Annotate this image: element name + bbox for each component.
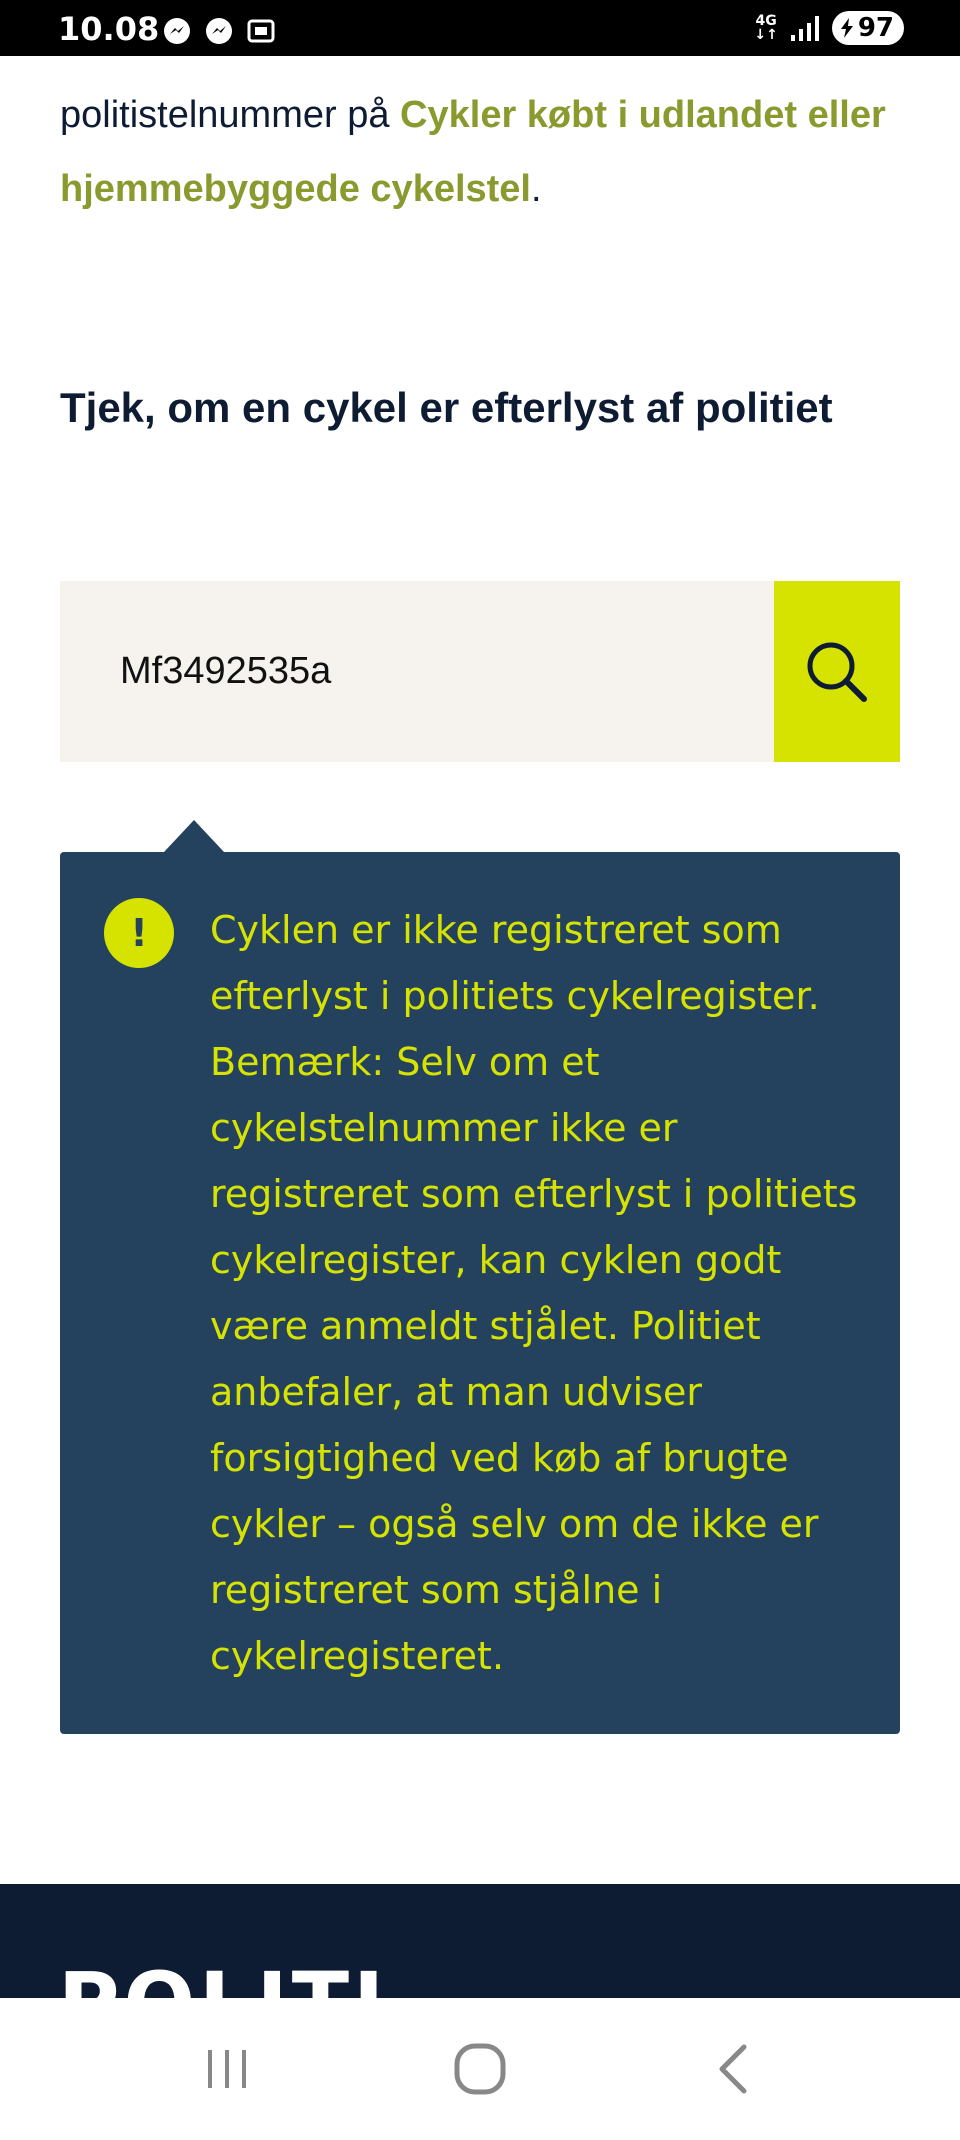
politi-logo: POLITI: [58, 1954, 388, 1998]
messenger-icon: [206, 18, 232, 44]
status-bar: 10.08 4G ↓↑ 97: [0, 0, 960, 56]
frame-number-input[interactable]: [60, 581, 774, 762]
back-button[interactable]: [688, 2024, 778, 2114]
network-label: 4G: [755, 13, 777, 29]
search-button[interactable]: [774, 581, 900, 762]
intro-text: politistelnummer på: [60, 94, 401, 136]
home-button[interactable]: [435, 2024, 525, 2114]
search-form: [60, 581, 900, 762]
home-icon: [454, 2043, 506, 2095]
search-heading: Tjek, om en cykel er efterlyst af politi…: [60, 384, 833, 431]
back-icon: [719, 2044, 747, 2094]
data-arrows-icon: ↓↑: [754, 27, 778, 43]
intro-period: .: [531, 168, 542, 210]
status-time: 10.08: [58, 10, 160, 48]
charging-icon: [840, 18, 853, 38]
alert-pointer: [164, 820, 224, 852]
exclamation-icon: !: [104, 898, 174, 968]
network-indicator: 4G ↓↑: [754, 14, 777, 42]
footer: POLITI: [0, 1884, 960, 1998]
battery-level: 97: [857, 13, 894, 43]
signal-icon: [790, 16, 819, 41]
recent-apps-icon: [207, 2050, 246, 2088]
messenger-icon: [164, 18, 190, 44]
system-navigation-bar: [0, 1998, 960, 2140]
result-alert: ! Cyklen er ikke registreret som efterly…: [60, 852, 900, 1734]
battery-indicator: 97: [831, 11, 904, 45]
search-icon: [807, 642, 867, 702]
recent-apps-button[interactable]: [182, 2024, 272, 2114]
status-indicators: 4G ↓↑ 97: [754, 10, 904, 46]
result-message: Cyklen er ikke registreret som efterlyst…: [210, 908, 858, 1678]
intro-paragraph: politistelnummer på Cykler købt i udland…: [60, 78, 920, 226]
screenshot-icon: [247, 19, 275, 43]
